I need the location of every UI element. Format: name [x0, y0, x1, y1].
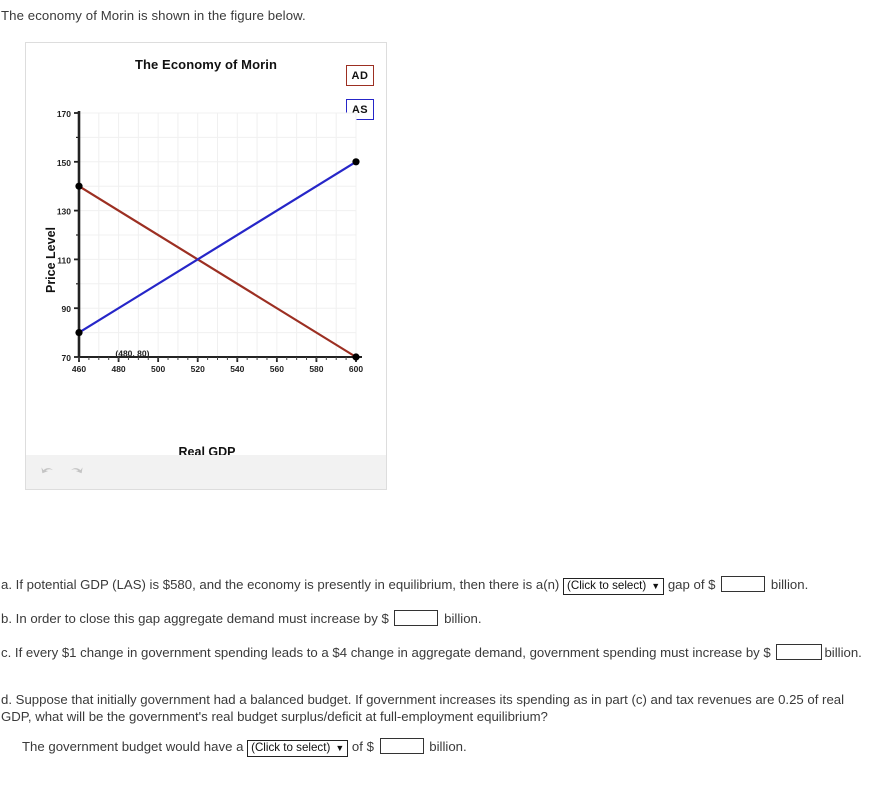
svg-text:460: 460: [72, 364, 86, 374]
question-a-text-2: gap of $: [667, 577, 716, 592]
svg-text:500: 500: [151, 364, 165, 374]
question-b: b. In order to close this gap aggregate …: [1, 610, 482, 627]
question-d-text-3: billion.: [429, 739, 467, 754]
gap-type-select-value: (Click to select): [567, 579, 647, 592]
redo-arrow-icon[interactable]: [66, 463, 86, 483]
chart-plot-area: 70 90 110 130 150 170 460 480 500 520 540 560 580 600…: [26, 105, 388, 459]
question-a: a. If potential GDP (LAS) is $580, and t…: [1, 576, 808, 595]
legend-item-ad[interactable]: AD: [346, 65, 374, 86]
svg-text:170: 170: [57, 109, 71, 119]
chart-svg: 70 90 110 130 150 170 460 480 500 520 540 560 580 600…: [57, 109, 364, 374]
svg-text:540: 540: [230, 364, 244, 374]
undo-arrow-icon[interactable]: [38, 463, 58, 483]
svg-text:90: 90: [62, 304, 72, 314]
svg-text:130: 130: [57, 207, 71, 217]
question-c-text-2: billion.: [824, 645, 862, 660]
question-b-text-1: b. In order to close this gap aggregate …: [1, 611, 389, 626]
question-c-amount-input[interactable]: [776, 644, 823, 660]
budget-type-select[interactable]: (Click to select) ▼: [247, 740, 349, 757]
question-c: c. If every $1 change in government spen…: [1, 644, 871, 661]
question-d-text: d. Suppose that initially government had…: [1, 692, 845, 724]
svg-text:520: 520: [191, 364, 205, 374]
question-b-amount-input[interactable]: [394, 610, 439, 626]
question-d-amount-input[interactable]: [379, 738, 424, 754]
chart-toolbar: [25, 455, 387, 490]
question-d-answer-row: The government budget would have a (Clic…: [22, 738, 467, 757]
budget-type-select-value: (Click to select): [251, 741, 331, 754]
y-axis-title: Price Level: [44, 227, 58, 294]
question-d-text-1: The government budget would have a: [22, 739, 244, 754]
svg-text:560: 560: [270, 364, 284, 374]
intro-text: The economy of Morin is shown in the fig…: [1, 8, 306, 23]
question-a-text-3: billion.: [770, 577, 809, 592]
gap-type-select[interactable]: (Click to select) ▼: [563, 578, 665, 595]
chart-title: The Economy of Morin: [134, 57, 278, 72]
svg-text:480: 480: [111, 364, 125, 374]
svg-text:580: 580: [309, 364, 323, 374]
svg-text:600: 600: [349, 364, 363, 374]
chevron-down-icon: ▼: [335, 743, 345, 753]
figure-panel: The Economy of Morin AD AS 70 90 110 130 150…: [25, 42, 387, 490]
question-a-amount-input[interactable]: [721, 576, 766, 592]
question-d-text-2: of $: [351, 739, 374, 754]
svg-text:70: 70: [62, 353, 72, 363]
question-b-text-2: billion.: [444, 611, 482, 626]
page-root: The economy of Morin is shown in the fig…: [0, 0, 891, 788]
question-c-text-1: c. If every $1 change in government spen…: [1, 645, 771, 660]
svg-text:(480, 80): (480, 80): [115, 349, 149, 359]
question-a-text-1: a. If potential GDP (LAS) is $580, and t…: [1, 577, 560, 592]
svg-text:150: 150: [57, 158, 71, 168]
svg-text:110: 110: [57, 255, 71, 265]
question-d: d. Suppose that initially government had…: [1, 691, 871, 725]
chevron-down-icon: ▼: [651, 581, 661, 591]
